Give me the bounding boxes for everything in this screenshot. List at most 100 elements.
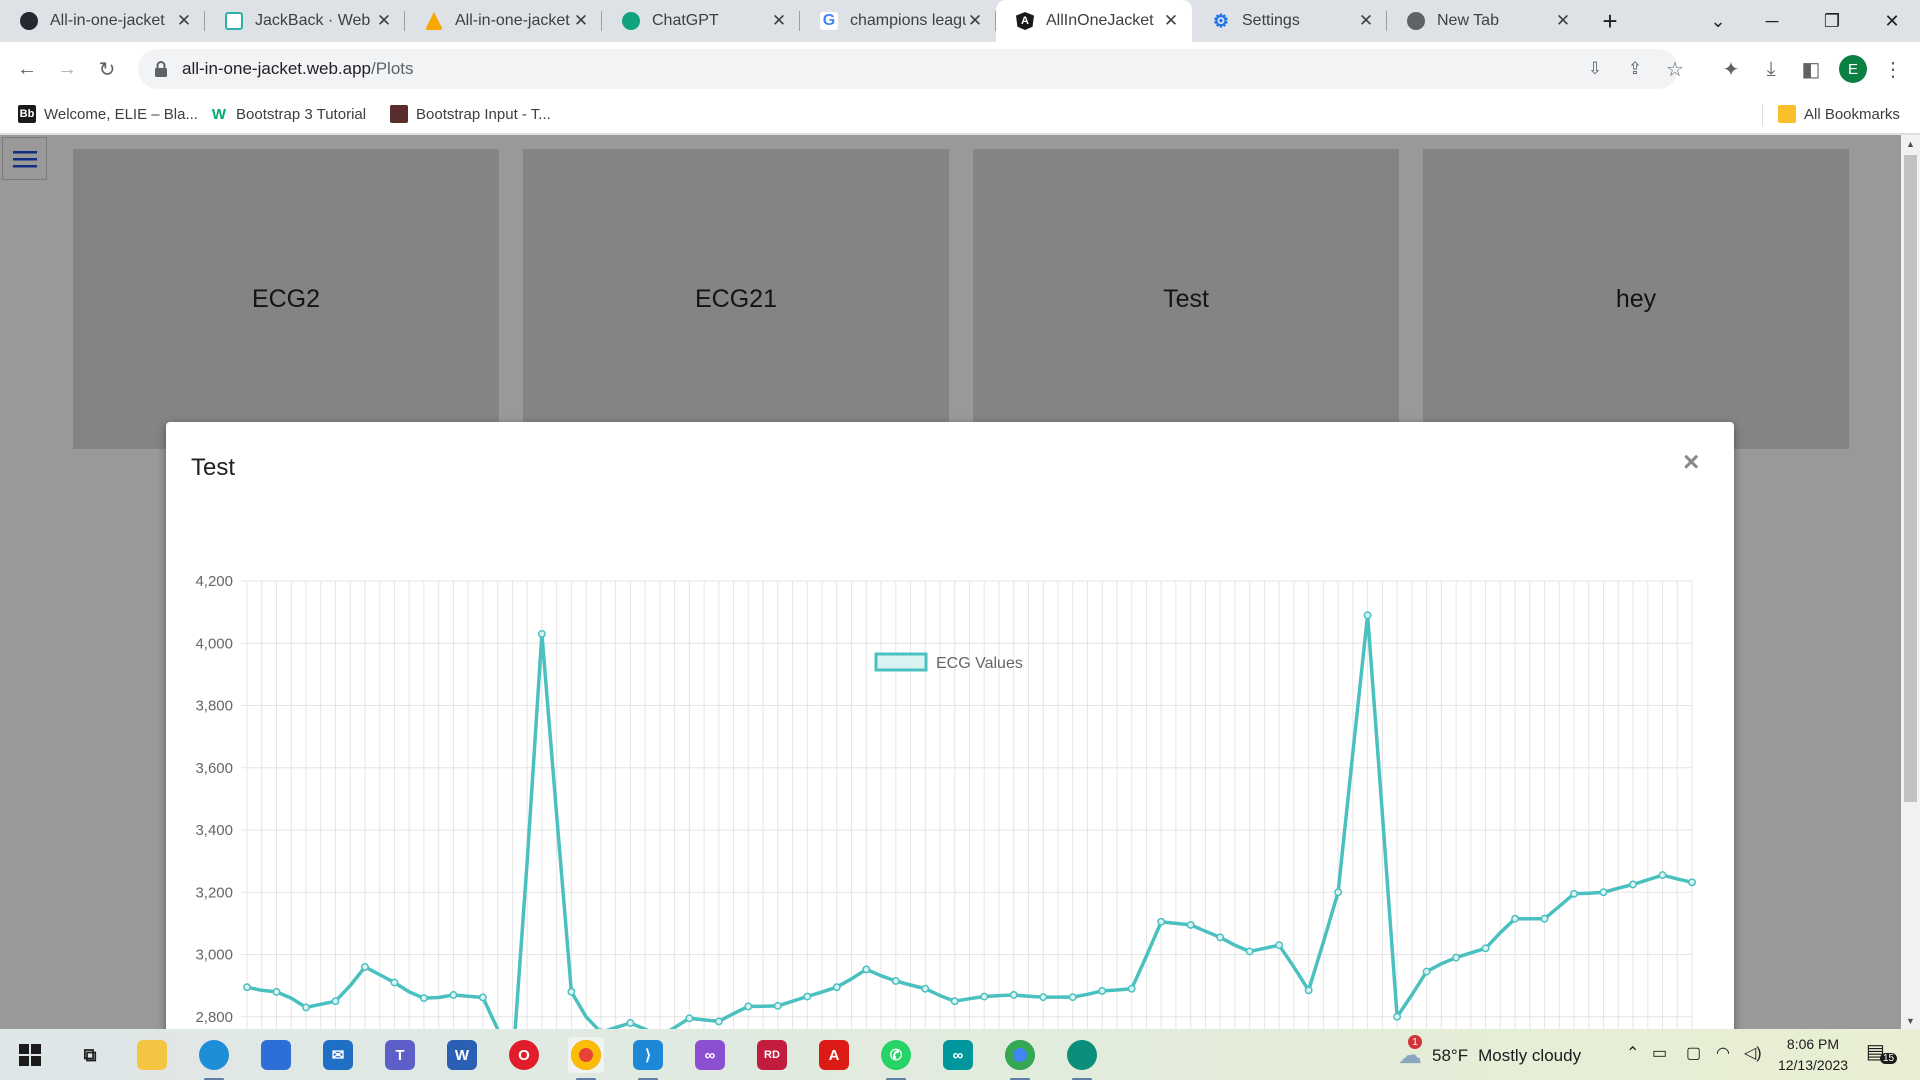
profile-avatar[interactable]: E <box>1839 55 1867 83</box>
battery-icon[interactable]: ▭ <box>1652 1043 1667 1063</box>
folder-icon <box>1778 105 1796 123</box>
data-point <box>1570 889 1578 898</box>
weather-temp: 58°F <box>1432 1045 1469 1065</box>
task-view-icon[interactable]: ⧉ <box>72 1037 108 1073</box>
tab-search-button[interactable]: ⌄ <box>1690 0 1746 42</box>
close-icon[interactable]: ✕ <box>1357 11 1375 31</box>
close-icon[interactable]: ✕ <box>375 11 393 31</box>
close-icon[interactable]: ✕ <box>572 11 590 31</box>
data-point <box>891 977 900 985</box>
close-icon[interactable]: ✕ <box>770 11 788 31</box>
reload-icon[interactable]: ↻ <box>90 52 124 86</box>
bookmark-bootstrap-input[interactable]: Bootstrap Input - T... <box>390 105 551 123</box>
whatsapp-icon[interactable]: ✆ <box>878 1037 914 1080</box>
page-scrollbar[interactable]: ▲ ▼ <box>1901 135 1920 1029</box>
data-point <box>1039 993 1048 1002</box>
data-point <box>1452 953 1461 962</box>
show-hidden-icons-chevron[interactable]: ⌃ <box>1626 1043 1639 1063</box>
tab-google-search[interactable]: G champions leagu ✕ <box>800 0 996 42</box>
tab-chatgpt[interactable]: ChatGPT ✕ <box>602 0 800 42</box>
url-path: /Plots <box>371 59 414 78</box>
bookmark-star-icon[interactable]: ☆ <box>1658 52 1692 86</box>
page-viewport: ECG2 ECG21 Test hey Test × 2,6002,8003,0… <box>0 135 1920 1029</box>
notification-center-icon[interactable]: ▤ 15 <box>1866 1039 1898 1064</box>
tab-title: champions leagu <box>850 12 966 29</box>
visual-studio-icon[interactable]: ∞ <box>692 1037 728 1073</box>
chrome-icon[interactable] <box>1002 1037 1038 1080</box>
word-icon[interactable]: W <box>444 1037 480 1073</box>
side-panel-icon[interactable]: ◧ <box>1794 52 1828 86</box>
blackboard-icon: Bb <box>18 105 36 123</box>
windows-start-icon[interactable] <box>12 1037 48 1073</box>
data-point <box>1629 880 1637 889</box>
file-explorer-icon[interactable] <box>134 1037 170 1073</box>
data-point <box>832 983 841 992</box>
close-icon[interactable]: ✕ <box>1554 11 1572 31</box>
scroll-up-arrow[interactable]: ▲ <box>1901 135 1920 152</box>
all-bookmarks-label: All Bookmarks <box>1804 105 1900 123</box>
bookmark-blackboard[interactable]: Bb Welcome, ELIE – Bla... <box>18 105 198 123</box>
downloads-icon[interactable]: ⤓ <box>1754 52 1788 86</box>
weather-widget[interactable]: ☁ 1 58°F Mostly cloudy <box>1398 1035 1581 1070</box>
mail-icon[interactable]: ✉ <box>320 1037 356 1073</box>
y-tick-label: 3,400 <box>195 822 233 839</box>
wifi-icon[interactable]: ◠ <box>1716 1043 1730 1063</box>
y-tick-label: 4,000 <box>195 635 233 652</box>
vscode-icon[interactable]: ⟩ <box>630 1037 666 1080</box>
meet-now-icon[interactable]: ▢ <box>1686 1043 1701 1063</box>
data-point <box>449 991 458 999</box>
legend-label: ECG Values <box>936 655 1023 672</box>
tab-new-tab[interactable]: New Tab ✕ <box>1387 0 1584 42</box>
minimize-button[interactable]: ─ <box>1744 0 1800 42</box>
chrome-icon[interactable] <box>568 1037 604 1080</box>
arduino-icon[interactable]: ∞ <box>940 1037 976 1073</box>
data-point <box>744 1002 753 1011</box>
data-point <box>390 978 399 987</box>
close-icon[interactable]: ✕ <box>966 11 984 31</box>
extensions-icon[interactable]: ✦ <box>1714 52 1748 86</box>
data-point <box>1422 967 1431 976</box>
restore-button[interactable]: ❐ <box>1804 0 1860 42</box>
all-bookmarks-folder[interactable]: All Bookmarks <box>1778 105 1900 123</box>
window-close-button[interactable]: ✕ <box>1864 0 1920 42</box>
data-point <box>272 987 281 996</box>
angular-icon[interactable]: A <box>816 1037 852 1073</box>
close-icon[interactable]: ✕ <box>1162 11 1180 31</box>
address-bar[interactable]: all-in-one-jacket.web.app/Plots ⇩ ⇪ ☆ <box>138 49 1684 89</box>
teams-icon[interactable]: T <box>382 1037 418 1073</box>
microsoft-store-icon[interactable] <box>258 1037 294 1073</box>
opera-icon[interactable]: O <box>506 1037 542 1073</box>
chrome-menu-icon[interactable]: ⋮ <box>1876 52 1910 86</box>
scroll-down-arrow[interactable]: ▼ <box>1901 1012 1920 1029</box>
bookmark-w3schools[interactable]: W Bootstrap 3 Tutorial <box>210 105 366 123</box>
tab-jackback[interactable]: JackBack · Web S ✕ <box>205 0 405 42</box>
scroll-thumb[interactable] <box>1904 155 1917 802</box>
back-icon[interactable]: ← <box>10 52 44 86</box>
edge-dev-icon[interactable] <box>1064 1037 1100 1080</box>
y-tick-label: 3,000 <box>195 947 233 964</box>
new-tab-button[interactable]: + <box>1584 0 1636 42</box>
weather-cloud-icon: ☁ 1 <box>1398 1035 1422 1069</box>
tab-settings[interactable]: ⚙ Settings ✕ <box>1192 0 1387 42</box>
rider-icon[interactable]: RD <box>754 1037 790 1073</box>
data-point <box>1216 933 1225 942</box>
chart-grid <box>241 580 1693 1029</box>
tab-title: Settings <box>1242 12 1300 29</box>
data-point <box>685 1014 694 1023</box>
tab-firebase[interactable]: All-in-one-jacket ✕ <box>405 0 602 42</box>
tab-github[interactable]: All-in-one-jacket ✕ <box>0 0 205 42</box>
install-app-icon[interactable]: ⇩ <box>1578 52 1612 86</box>
edge-icon[interactable] <box>196 1037 232 1080</box>
data-point <box>1068 993 1077 1002</box>
tab-allinonejacket[interactable]: A AllInOneJacket ✕ <box>996 0 1192 42</box>
data-point <box>950 997 959 1006</box>
bookmark-label: Welcome, ELIE – Bla... <box>44 105 198 123</box>
volume-icon[interactable]: ◁) <box>1744 1043 1762 1063</box>
forward-icon[interactable]: → <box>50 52 84 86</box>
tab-title: ChatGPT <box>652 12 719 29</box>
close-icon[interactable]: ✕ <box>175 11 193 31</box>
system-clock[interactable]: 8:06 PM 12/13/2023 <box>1768 1034 1858 1076</box>
share-icon[interactable]: ⇪ <box>1618 52 1652 86</box>
notification-count: 15 <box>1880 1053 1898 1064</box>
data-point <box>1157 917 1166 926</box>
